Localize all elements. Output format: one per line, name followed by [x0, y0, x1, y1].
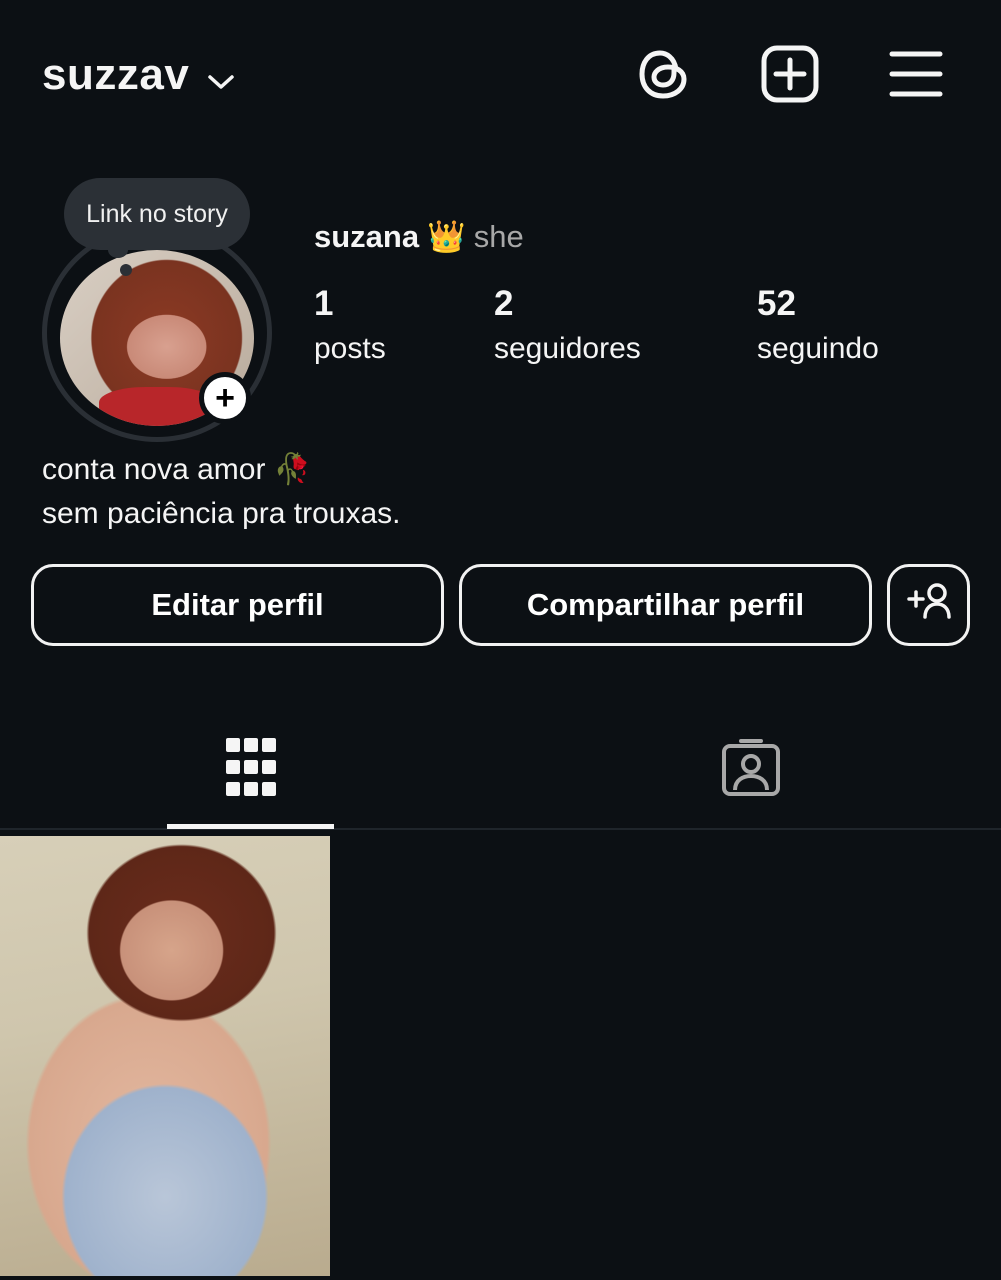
username-switcher[interactable]: suzzav — [42, 48, 235, 102]
chevron-down-icon — [207, 52, 235, 102]
bio: conta nova amor 🥀 sem paciência pra trou… — [42, 448, 401, 536]
stat-following[interactable]: 52 seguindo — [757, 284, 879, 366]
discover-people-button[interactable] — [887, 564, 970, 646]
story-note-text: Link no story — [86, 199, 228, 228]
stat-posts-label: posts — [314, 332, 386, 365]
threads-icon[interactable] — [632, 42, 696, 106]
username-label: suzzav — [42, 50, 190, 99]
tagged-icon — [721, 738, 781, 803]
grid-icon — [226, 738, 276, 801]
note-bubble-tail-small — [120, 264, 132, 276]
share-profile-label: Compartilhar perfil — [526, 587, 805, 622]
tab-tagged[interactable] — [667, 720, 835, 830]
add-story-plus-icon[interactable]: + — [199, 372, 251, 424]
stat-following-count: 52 — [757, 284, 796, 323]
crown-emoji: 👑 — [427, 219, 466, 254]
menu-icon[interactable] — [884, 42, 948, 106]
stat-following-label: seguindo — [757, 332, 879, 365]
stat-followers-count: 2 — [494, 284, 514, 323]
pronouns: she — [473, 218, 524, 254]
bio-line: sem paciência pra trouxas. — [42, 497, 401, 530]
post-thumbnail[interactable] — [0, 836, 330, 1276]
tab-divider — [0, 828, 1001, 830]
display-name-text: suzana — [314, 218, 420, 254]
edit-profile-button[interactable]: Editar perfil — [31, 564, 444, 646]
share-profile-button[interactable]: Compartilhar perfil — [459, 564, 872, 646]
story-note-bubble[interactable]: Link no story — [64, 178, 250, 250]
stat-posts-count: 1 — [314, 284, 334, 323]
edit-profile-label: Editar perfil — [151, 587, 324, 622]
add-person-icon — [905, 581, 953, 629]
active-tab-indicator — [167, 824, 334, 829]
stat-followers[interactable]: 2 seguidores — [494, 284, 641, 366]
tab-posts-grid[interactable] — [167, 720, 335, 830]
bio-line: conta nova amor 🥀 — [42, 453, 312, 486]
stat-posts[interactable]: 1 posts — [314, 284, 386, 366]
display-name: suzana 👑 she — [314, 218, 524, 255]
new-post-icon[interactable] — [758, 42, 822, 106]
stat-followers-label: seguidores — [494, 332, 641, 365]
